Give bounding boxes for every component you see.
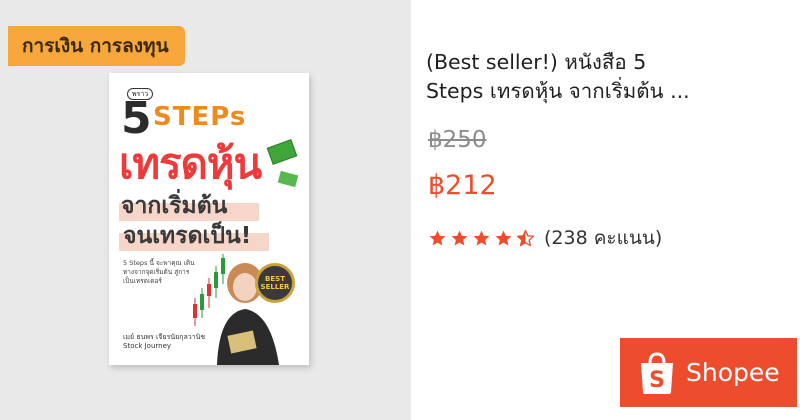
book-cover-trade: เทรดหุ้น — [119, 139, 262, 188]
badge-top-text: BEST — [265, 275, 285, 283]
star-half-icon — [516, 229, 535, 246]
sale-price: ฿212 — [428, 170, 497, 201]
rating-count: (238 คะแนน) — [544, 227, 663, 249]
star-full-icon — [451, 230, 468, 246]
rating-row: (238 คะแนน) — [428, 224, 662, 252]
book-cover-description: 5 Steps นี้ จะพาคุณ เดินทางจากจุดเริ่มต้… — [123, 259, 195, 285]
svg-text:S: S — [649, 368, 665, 393]
book-cover-number: 5 — [121, 93, 152, 144]
author-name: เมย์ ธนพร เจียรนัยกุลวานิช — [123, 333, 206, 341]
money-icon — [266, 139, 298, 165]
book-cover-author: เมย์ ธนพร เจียรนัยกุลวานิช Stock Journey — [123, 333, 205, 351]
badge-bottom-text: SELLER — [260, 283, 290, 291]
shopping-bag-icon: S — [641, 351, 673, 394]
shopee-label: Shopee — [686, 358, 780, 387]
best-seller-badge: BEST SELLER — [255, 263, 295, 303]
product-title-line2: Steps เทรดหุ้น จากเริ่มต้น ... — [426, 79, 690, 103]
star-full-icon — [429, 230, 446, 246]
original-price: ฿250 — [428, 127, 487, 153]
book-cover-line1: จากเริ่มต้น — [121, 193, 228, 219]
author-subtitle: Stock Journey — [123, 342, 172, 350]
product-title-line1: (Best seller!) หนังสือ 5 — [426, 50, 647, 74]
star-full-icon — [495, 230, 512, 246]
category-tag: การเงิน การลงทุน — [8, 26, 185, 66]
product-image-panel[interactable]: การเงิน การลงทุน พราว 5 STEPs เทรดหุ้น จ… — [0, 0, 411, 420]
star-full-icon — [473, 230, 490, 246]
shopee-button[interactable]: S Shopee — [620, 338, 797, 407]
money-icon — [277, 170, 299, 188]
star-rating — [428, 229, 535, 248]
product-title[interactable]: (Best seller!) หนังสือ 5 Steps เทรดหุ้น … — [426, 48, 766, 106]
book-cover-image[interactable]: พราว 5 STEPs เทรดหุ้น จากเริ่มต้น จนเทรด… — [109, 73, 309, 365]
book-cover-line2: จนเทรดเป็น! — [123, 223, 252, 249]
book-cover-steps: STEPs — [153, 102, 247, 132]
